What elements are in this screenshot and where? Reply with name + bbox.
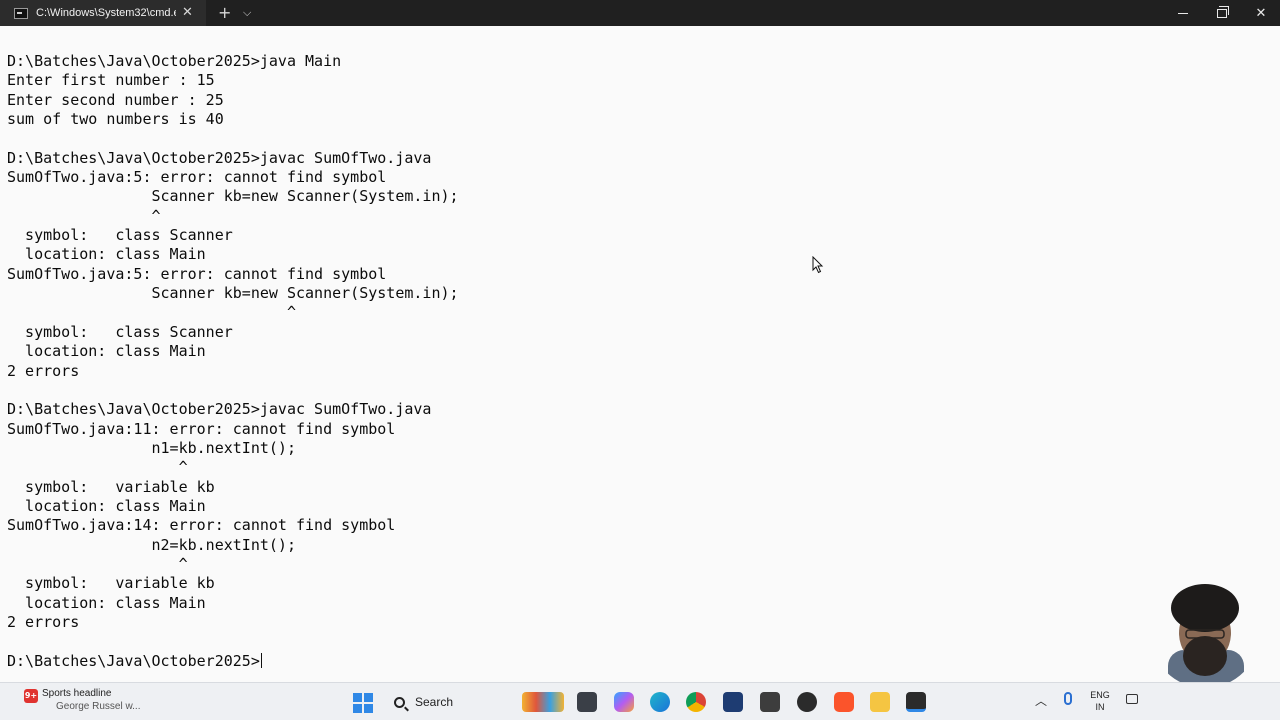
console-line: symbol: class Scanner [7,322,233,341]
close-window-button[interactable]: ✕ [1242,0,1280,26]
console-output[interactable]: D:\Batches\Java\October2025>java Main Ent… [0,26,1280,682]
console-line: location: class Main [7,245,206,264]
console-line: SumOfTwo.java:5: error: cannot find symb… [7,264,387,283]
search-label: Search [415,695,454,709]
terminal-tab[interactable]: C:\Windows\System32\cmd.e ✕ [0,0,206,26]
console-line: n1=kb.nextInt(); [7,438,296,457]
mouse-pointer-icon [812,256,824,274]
brave-browser-icon[interactable] [834,692,854,712]
taskbar: 9+ Sports headline George Russel w... Se… [0,682,1280,720]
console-line: 2 errors [7,361,80,380]
edge-browser-icon[interactable] [650,692,670,712]
news-subtitle: George Russel w... [56,701,141,712]
webcam-overlay [1150,578,1260,688]
console-line: Enter second number : 25 [7,90,224,109]
console-line: symbol: class Scanner [7,226,233,245]
chrome-browser-icon[interactable] [686,692,706,712]
region-code: IN [1095,702,1105,712]
close-tab-icon[interactable]: ✕ [182,5,193,20]
console-line: SumOfTwo.java:11: error: cannot find sym… [7,419,396,438]
console-line: location: class Main [7,593,206,612]
chevron-down-icon[interactable]: ⌵ [243,6,251,20]
search-icon [394,696,405,708]
console-line: location: class Main [7,496,206,515]
news-title: Sports headline [42,688,112,699]
tab-title: C:\Windows\System32\cmd.e [36,7,176,19]
news-badge-icon: 9+ [24,689,38,703]
chevron-up-icon[interactable]: ︿ [1035,692,1047,709]
microphone-icon[interactable] [1064,692,1072,705]
console-line: ^ [7,206,161,225]
terminal-taskbar-icon[interactable] [906,692,926,712]
file-explorer-icon[interactable] [870,692,890,712]
terminal-icon [14,7,28,19]
taskbar-search[interactable]: Search [388,689,508,715]
sublime-text-icon[interactable] [760,692,780,712]
console-lines: D:\Batches\Java\October2025>java Main Ent… [7,52,459,671]
dev-cpp-icon[interactable] [723,692,743,712]
console-line: D:\Batches\Java\October2025>javac SumOfT… [7,400,432,419]
console-line: symbol: variable kb [7,574,215,593]
console-line: SumOfTwo.java:5: error: cannot find symb… [7,168,387,187]
widgets-app-icon[interactable] [522,692,564,712]
minimize-icon [1178,12,1188,14]
console-line: SumOfTwo.java:14: error: cannot find sym… [7,516,396,535]
console-line: ^ [7,303,296,322]
restore-icon [1217,5,1229,18]
console-line: ^ [7,458,188,477]
network-icon[interactable] [1126,694,1138,704]
obs-studio-icon[interactable] [797,692,817,712]
console-line: ^ [7,554,188,573]
title-bar: C:\Windows\System32\cmd.e ✕ + ⌵ ✕ [0,0,1280,26]
windows-start-icon[interactable] [353,693,373,713]
console-line: D:\Batches\Java\October2025>javac SumOfT… [7,148,432,167]
minimize-button[interactable] [1164,0,1202,26]
restore-button[interactable] [1203,0,1241,26]
console-line: n2=kb.nextInt(); [7,535,296,554]
language-indicator[interactable]: ENG IN [1088,689,1112,713]
new-tab-button[interactable]: + [218,3,231,22]
news-widget[interactable]: 9+ Sports headline George Russel w... [24,687,140,713]
console-line: Scanner kb=new Scanner(System.in); [7,284,459,303]
console-line: Enter first number : 15 [7,71,215,90]
console-line: Scanner kb=new Scanner(System.in); [7,187,459,206]
copilot-icon[interactable] [614,692,634,712]
task-view-icon[interactable] [577,692,597,712]
console-line: D:\Batches\Java\October2025> [7,651,262,670]
console-line: location: class Main [7,342,206,361]
text-cursor [260,652,262,668]
console-line: sum of two numbers is 40 [7,110,224,129]
news-text: Sports headline George Russel w... [42,687,140,713]
language-code: ENG [1090,690,1110,700]
console-line: 2 errors [7,612,80,631]
console-line: symbol: variable kb [7,477,215,496]
console-line: D:\Batches\Java\October2025>java Main [7,52,342,70]
